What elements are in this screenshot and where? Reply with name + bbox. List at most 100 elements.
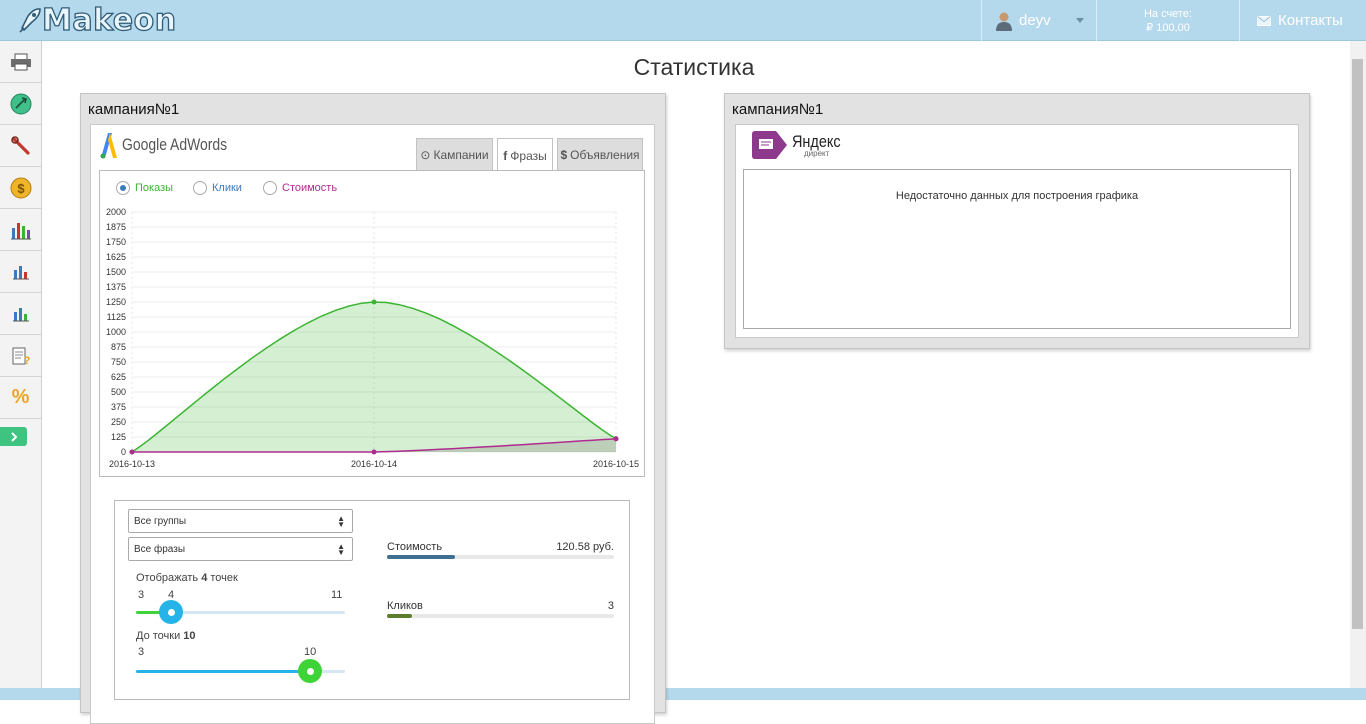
empty-chart-message: Недостаточно данных для построения графи…: [895, 190, 1139, 202]
chevron-right-icon: [10, 431, 17, 442]
yandex-brand: Яндекс директ: [792, 133, 849, 158]
select-value: Все фразы: [134, 543, 186, 555]
y-tick-label: 1125: [107, 312, 126, 322]
radio-label: Показы: [135, 182, 174, 194]
slider-fill: [136, 670, 310, 673]
logo-text: Makeon: [41, 2, 177, 38]
tab-ads[interactable]: $ Объявления: [557, 138, 643, 171]
balance-label: На счете:: [1143, 7, 1193, 20]
knob-dot: [167, 608, 175, 616]
y-tick-label: 1000: [106, 327, 126, 337]
y-tick-label: 2000: [106, 207, 126, 217]
area-chart: 2000187517501625150013751250112510008757…: [106, 207, 639, 469]
page-scrollbar[interactable]: [1350, 41, 1366, 688]
bar-chart-small-2-icon: [12, 307, 29, 321]
radio-circle: [116, 181, 130, 195]
data-point: [371, 299, 377, 305]
svg-text:?: ?: [23, 355, 30, 366]
tab-phrases[interactable]: f Фразы: [497, 138, 553, 172]
label-value: 10: [183, 630, 196, 642]
sidebar-item-bar-chart-small-2[interactable]: [0, 293, 41, 335]
x-tick-label: 2016-10-13: [109, 459, 155, 469]
radio-impressions[interactable]: Показы: [116, 181, 173, 195]
yandex-brand-name: Яндекс: [792, 131, 841, 151]
coin-icon: $: [10, 177, 31, 198]
until-point-label: До точки 10: [136, 630, 196, 642]
user-menu[interactable]: deyv: [981, 0, 1096, 41]
y-tick-label: 250: [111, 417, 126, 427]
sort-arrows-icon: ▲ ▼: [337, 542, 345, 557]
y-tick-label: 875: [111, 342, 126, 352]
cost-progress-fill: [387, 555, 456, 559]
radio-label: Клики: [212, 182, 242, 194]
tab-campaigns[interactable]: ⊙ Кампании: [416, 138, 493, 171]
user-avatar-icon: [996, 12, 1012, 31]
sort-arrows-icon: ▲ ▼: [337, 514, 345, 529]
facebook-icon: f: [503, 148, 508, 163]
radio-label: Стоимость: [282, 182, 338, 194]
cost-value: 120.58 руб.: [556, 541, 614, 553]
panel-title: кампания№1: [88, 101, 180, 118]
percent-icon: %: [11, 386, 30, 408]
adwords-brand-text: Google AdWords: [122, 135, 228, 154]
logo[interactable]: Makeon: [18, 2, 177, 38]
page-title: Статистика: [633, 54, 755, 80]
radio-cost[interactable]: Стоимость: [263, 181, 337, 195]
clicks-label: Кликов: [387, 600, 423, 612]
knob-dot: [306, 667, 314, 675]
points-count-label: Отображать 4 точек: [136, 572, 238, 584]
sidebar-item-globe[interactable]: [0, 83, 41, 125]
until-slider-handle[interactable]: [298, 659, 322, 683]
phrase-select[interactable]: Все фразы ▲ ▼: [128, 537, 353, 561]
y-tick-label: 1500: [106, 267, 126, 277]
radio-clicks[interactable]: Клики: [193, 181, 242, 195]
balance-value: ₽ 100,00: [1146, 21, 1190, 34]
clicks-progress-bar: [387, 614, 614, 618]
label-text: точек: [210, 572, 238, 584]
document-question-icon: ?: [12, 347, 30, 366]
data-point: [371, 449, 377, 455]
sidebar-item-bar-chart[interactable]: [0, 209, 41, 251]
contacts-label: Контакты: [1278, 12, 1343, 29]
sidebar-item-bar-chart-small[interactable]: [0, 251, 41, 293]
sidebar-item-percent[interactable]: %: [0, 377, 41, 419]
select-value: Все группы: [134, 515, 187, 527]
x-tick-label: 2016-10-14: [351, 459, 397, 469]
slider-current: 10: [304, 646, 317, 658]
label-text: Отображать: [136, 572, 199, 584]
clicks-progress-fill: [387, 614, 412, 618]
y-tick-label: 1375: [106, 282, 126, 292]
radio-circle: [263, 181, 277, 195]
sidebar-item-wrench[interactable]: [0, 125, 41, 167]
yandex-brand-sub: директ: [804, 148, 830, 158]
x-tick-label: 2016-10-15: [593, 459, 639, 469]
cost-label: Стоимость: [387, 541, 443, 553]
label-text: До точки: [136, 630, 181, 642]
group-select[interactable]: Все группы ▲ ▼: [128, 509, 353, 533]
y-tick-label: 1625: [106, 252, 126, 262]
slider-min: 3: [138, 646, 145, 658]
points-slider-handle[interactable]: [159, 600, 183, 624]
bar-chart-small-icon: [12, 265, 29, 279]
wrench-icon: [10, 135, 30, 155]
chevron-down-icon[interactable]: [1076, 18, 1084, 23]
yandex-logo: Яндекс директ: [752, 131, 849, 159]
y-tick-label: 750: [111, 357, 126, 367]
sidebar-item-document-question[interactable]: ?: [0, 335, 41, 377]
balance-block: На счете: ₽ 100,00: [1096, 0, 1239, 41]
data-point: [613, 436, 619, 442]
panel-title: кампания№1: [732, 101, 824, 118]
adwords-logo-icon: [100, 133, 117, 159]
y-tick-label: 500: [111, 387, 126, 397]
scrollbar-thumb[interactable]: [1352, 59, 1363, 629]
svg-text:$: $: [17, 181, 25, 196]
sidebar-item-coin[interactable]: $: [0, 167, 41, 209]
rocket-icon: [19, 8, 41, 33]
label-value: 4: [201, 572, 208, 584]
contacts-link[interactable]: Контакты: [1239, 0, 1366, 41]
tab-label: Объявления: [570, 148, 640, 162]
sidebar-toggle-button[interactable]: [0, 427, 27, 446]
y-tick-label: 375: [111, 402, 126, 412]
y-tick-label: 1250: [106, 297, 126, 307]
y-tick-label: 1750: [106, 237, 126, 247]
